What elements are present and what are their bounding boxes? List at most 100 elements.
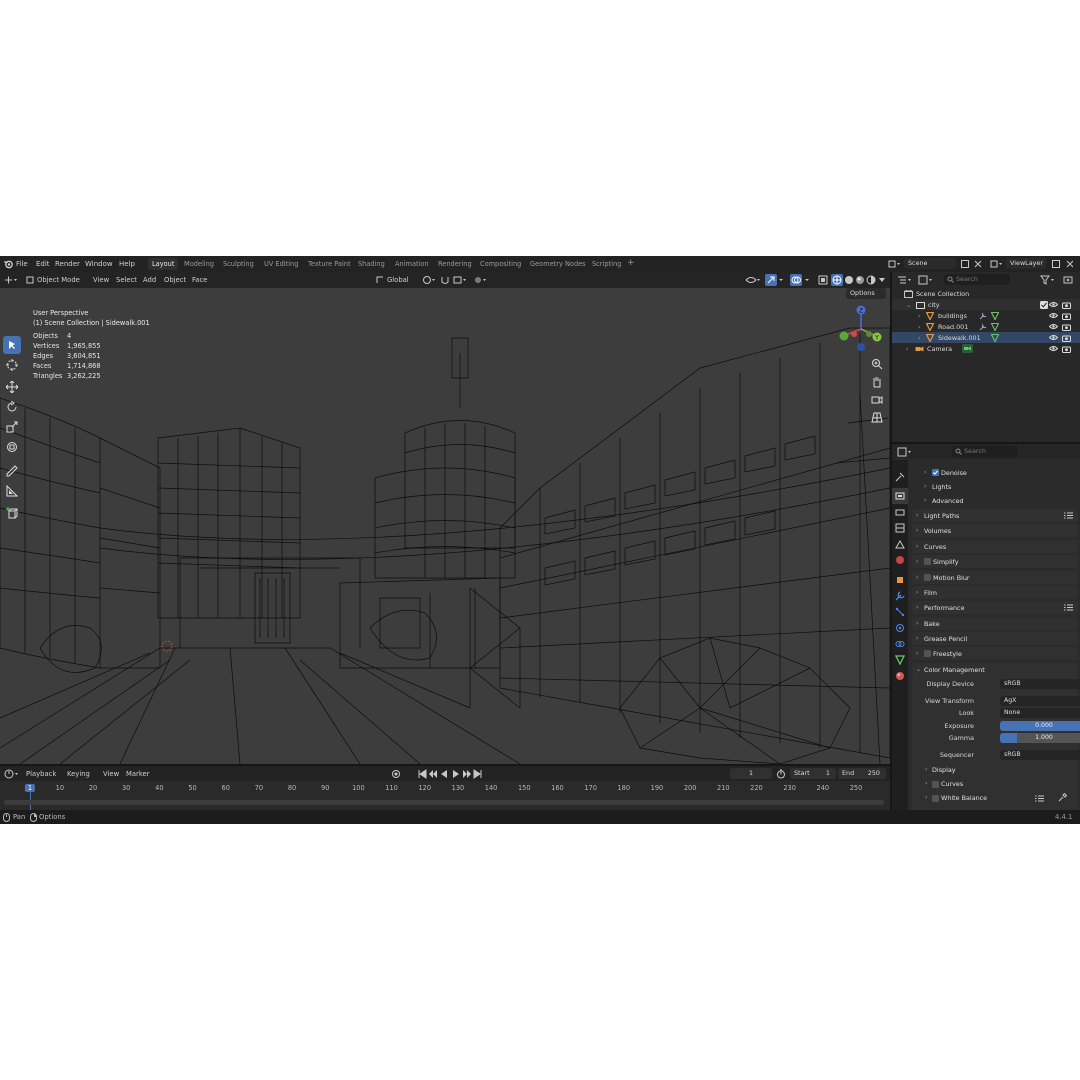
- panel-bake[interactable]: › Bake: [912, 617, 1078, 630]
- snap-target-icon[interactable]: [453, 275, 467, 285]
- tab-modeling[interactable]: Modeling: [180, 258, 218, 270]
- denoise-checkbox-icon[interactable]: [932, 469, 939, 476]
- scene-icon[interactable]: [888, 259, 902, 269]
- panel-simplify[interactable]: › Simplify: [912, 555, 1078, 568]
- data-tab-icon[interactable]: [895, 655, 905, 665]
- pivot-icon[interactable]: [422, 275, 436, 285]
- expand-camera-icon[interactable]: ›: [906, 345, 909, 353]
- pan-hand-icon[interactable]: [871, 376, 883, 388]
- scene-tab-icon[interactable]: [895, 539, 905, 549]
- menu-help[interactable]: Help: [119, 260, 135, 268]
- menu-view[interactable]: View: [93, 276, 109, 284]
- look-dropdown[interactable]: None ⌄: [1000, 708, 1080, 718]
- freestyle-checkbox-icon[interactable]: [924, 650, 931, 657]
- outliner-row-scene-collection[interactable]: Scene Collection: [892, 288, 1080, 299]
- presets-list-icon[interactable]: [1035, 795, 1044, 802]
- physics-tab-icon[interactable]: [895, 623, 905, 633]
- white-balance-label[interactable]: White Balance: [941, 794, 987, 802]
- blender-logo-icon[interactable]: [3, 259, 13, 269]
- overlays-toggle-icon[interactable]: [790, 274, 814, 286]
- scale-tool[interactable]: [3, 418, 21, 436]
- menu-face[interactable]: Face: [192, 276, 207, 284]
- expand-buildings-icon[interactable]: ›: [918, 312, 921, 320]
- cursor-tool[interactable]: [3, 356, 21, 374]
- material-tab-icon[interactable]: [895, 671, 905, 681]
- render-camera-icon[interactable]: [1062, 334, 1071, 342]
- panel-performance[interactable]: › Performance: [912, 601, 1078, 614]
- delete-view-layer-icon[interactable]: [1065, 259, 1075, 269]
- view-layer-tab-icon[interactable]: [895, 523, 905, 533]
- panel-color-management[interactable]: ⌄ Color Management: [912, 663, 1078, 676]
- outliner-editor-icon[interactable]: [897, 275, 913, 285]
- new-view-layer-icon[interactable]: [1051, 259, 1061, 269]
- tab-geometry-nodes[interactable]: Geometry Nodes: [526, 258, 590, 270]
- perspective-toggle-icon[interactable]: [871, 411, 883, 423]
- tab-animation[interactable]: Animation: [391, 258, 433, 270]
- hide-eye-icon[interactable]: [1049, 334, 1058, 341]
- output-tab-icon[interactable]: [895, 507, 905, 517]
- menu-window[interactable]: Window: [85, 260, 113, 268]
- expand-sidewalk-icon[interactable]: ›: [918, 334, 921, 342]
- 3d-viewport[interactable]: User Perspective (1) Scene Collection | …: [0, 288, 890, 764]
- navigation-gizmo[interactable]: Z Y: [836, 304, 886, 354]
- expand-road-icon[interactable]: ›: [918, 323, 921, 331]
- hide-eye-icon[interactable]: [1049, 301, 1058, 308]
- panel-curves[interactable]: › Curves: [912, 540, 1078, 553]
- display-subpanel-label[interactable]: Display: [932, 766, 956, 774]
- delete-scene-icon[interactable]: [973, 259, 983, 269]
- menu-edit[interactable]: Edit: [36, 260, 50, 268]
- tab-scripting[interactable]: Scripting: [588, 258, 625, 270]
- current-frame-marker[interactable]: 1: [24, 784, 36, 792]
- white-balance-checkbox-icon[interactable]: [932, 795, 939, 802]
- camera-view-icon[interactable]: [871, 394, 883, 406]
- timeline-scrollbar[interactable]: [4, 800, 884, 805]
- tab-uv-editing[interactable]: UV Editing: [260, 258, 302, 270]
- simplify-checkbox-icon[interactable]: [924, 558, 931, 565]
- constraints-tab-icon[interactable]: [895, 639, 905, 649]
- hide-eye-icon[interactable]: [1049, 323, 1058, 330]
- add-workspace-button[interactable]: +: [627, 258, 635, 268]
- xray-toggle-icon[interactable]: [818, 275, 828, 285]
- editor-type-icon[interactable]: [4, 275, 18, 285]
- transform-tool[interactable]: [3, 438, 21, 456]
- shading-material-icon[interactable]: [855, 275, 865, 285]
- panel-light-paths[interactable]: › Light Paths: [912, 509, 1078, 522]
- hide-eye-icon[interactable]: [1049, 312, 1058, 319]
- viewport-options-button[interactable]: Options: [846, 288, 886, 299]
- tab-texture-paint[interactable]: Texture Paint: [304, 258, 355, 270]
- render-tab-icon[interactable]: [895, 491, 905, 501]
- view-layer-icon[interactable]: [990, 259, 1004, 269]
- menu-object[interactable]: Object: [164, 276, 186, 284]
- sequencer-dropdown[interactable]: sRGB ⌄: [1000, 750, 1080, 760]
- world-tab-icon[interactable]: [895, 555, 905, 565]
- move-tool[interactable]: [3, 378, 21, 396]
- eyedropper-icon[interactable]: [1058, 793, 1067, 802]
- tab-shading[interactable]: Shading: [354, 258, 389, 270]
- shading-options-icon[interactable]: [878, 276, 886, 284]
- tab-sculpting[interactable]: Sculpting: [219, 258, 258, 270]
- view-layer-field[interactable]: ViewLayer: [1006, 258, 1046, 269]
- menu-select[interactable]: Select: [116, 276, 137, 284]
- tool-tab-icon[interactable]: [895, 472, 905, 482]
- modifiers-tab-icon[interactable]: [895, 591, 905, 601]
- motion-blur-checkbox-icon[interactable]: [924, 574, 931, 581]
- expand-city-icon[interactable]: ⌄: [906, 301, 911, 309]
- panel-film[interactable]: › Film: [912, 586, 1078, 599]
- mode-dropdown[interactable]: Object Mode: [37, 276, 80, 284]
- exposure-slider[interactable]: 0.000: [1000, 721, 1080, 731]
- zoom-icon[interactable]: [871, 358, 883, 370]
- curves-checkbox-icon[interactable]: [932, 781, 939, 788]
- display-mode-icon[interactable]: [918, 275, 934, 285]
- panel-denoise[interactable]: › Denoise: [912, 466, 1078, 479]
- curves-subpanel-label[interactable]: Curves: [941, 780, 963, 788]
- new-collection-icon[interactable]: [1063, 275, 1073, 285]
- panel-freestyle[interactable]: › Freestyle: [912, 647, 1078, 660]
- shading-rendered-icon[interactable]: [866, 275, 876, 285]
- tab-compositing[interactable]: Compositing: [476, 258, 525, 270]
- tab-rendering[interactable]: Rendering: [434, 258, 476, 270]
- orientation-dropdown[interactable]: Global: [387, 276, 409, 284]
- render-camera-icon[interactable]: [1062, 323, 1071, 331]
- measure-tool[interactable]: [3, 482, 21, 500]
- presets-list-icon[interactable]: [1064, 604, 1073, 611]
- render-camera-icon[interactable]: [1062, 301, 1071, 309]
